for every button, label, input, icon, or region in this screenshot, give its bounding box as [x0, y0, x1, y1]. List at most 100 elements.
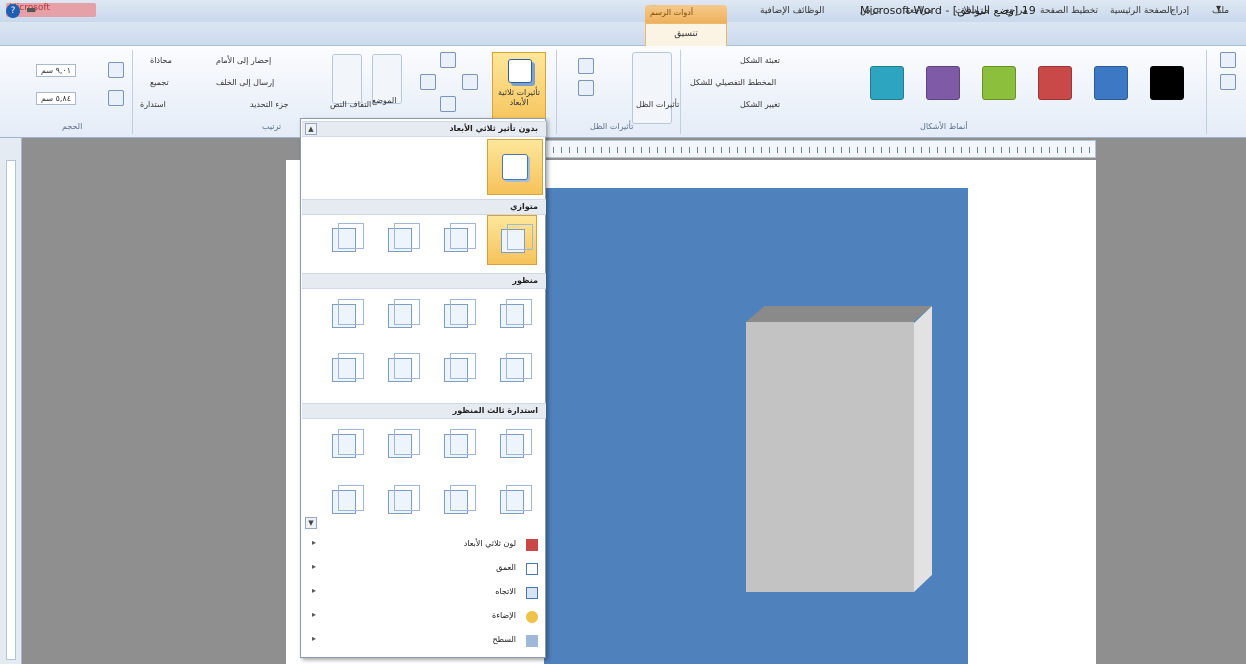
rotate-button[interactable]: استدارة: [140, 100, 166, 109]
gallery-heading-parallel: متوازي: [302, 199, 546, 215]
cube-icon: [444, 485, 476, 514]
chevron-left-icon: ▸: [312, 634, 317, 643]
tab-page-layout[interactable]: تخطيط الصفحة: [1040, 6, 1098, 16]
3d-perspective-tile-5[interactable]: [487, 345, 537, 395]
3d-oblique-tile-3[interactable]: [375, 421, 425, 471]
3d-perspective-tile-3[interactable]: [375, 291, 425, 341]
3d-oblique-tile-8[interactable]: [319, 477, 369, 527]
3d-effects-label: تأثيرات ثلاثية الأبعاد: [498, 88, 540, 107]
gallery-heading-no-3d: بدون تأثير ثلاثي الأبعاد: [302, 121, 546, 137]
3d-parallel-tile-2[interactable]: [431, 215, 481, 265]
cube-icon: [388, 353, 420, 382]
menu-item-direction[interactable]: ▸ الاتجاه: [302, 583, 546, 603]
ribbon-tab-row: [0, 22, 1246, 46]
3d-perspective-tile-1[interactable]: [487, 291, 537, 341]
3d-cube-icon: [508, 59, 532, 83]
no-3d-icon: [502, 154, 528, 180]
cube-icon: [332, 299, 364, 328]
shape-height-input[interactable]: ٩,٠١ سم: [36, 64, 77, 77]
cube-icon: [501, 224, 533, 253]
insert-shapes-icon[interactable]: [1220, 52, 1236, 68]
cube-icon: [444, 353, 476, 382]
3d-parallel-tile-4[interactable]: [319, 215, 369, 265]
align-button[interactable]: محاذاة: [150, 56, 172, 65]
shadow-nudge-icon[interactable]: [578, 58, 594, 74]
3d-perspective-tile-2[interactable]: [431, 291, 481, 341]
3d-perspective-tile-4[interactable]: [319, 291, 369, 341]
tab-file[interactable]: ملف: [1212, 6, 1229, 16]
help-icon[interactable]: ?: [6, 4, 20, 18]
cube-icon: [444, 429, 476, 458]
gallery-scroll-down-icon[interactable]: ▼: [305, 517, 317, 529]
tab-review[interactable]: مراجعة: [905, 6, 932, 16]
menu-item-surface[interactable]: ▸ السطح: [302, 631, 546, 651]
3d-oblique-tile-6[interactable]: [431, 477, 481, 527]
shape-width-input[interactable]: ٥,٨٤ سم: [36, 92, 77, 105]
divider: [680, 50, 681, 134]
cube-icon: [388, 223, 420, 252]
3d-oblique-tile-1[interactable]: [487, 421, 537, 471]
3d-box-shape[interactable]: [746, 322, 914, 592]
3d-oblique-tile-5[interactable]: [487, 477, 537, 527]
3d-parallel-tile-3[interactable]: [375, 215, 425, 265]
depth-icon: [526, 563, 538, 575]
wrap-text-button[interactable]: [332, 54, 362, 104]
cube-icon: [332, 353, 364, 382]
3d-perspective-tile-6[interactable]: [431, 345, 481, 395]
tab-view[interactable]: عرض: [860, 6, 881, 16]
wrap-text-label: التفاف النص: [330, 100, 372, 109]
3d-color-icon: [526, 539, 538, 551]
tab-format[interactable]: تنسيق: [645, 23, 727, 46]
shadow-effects-button[interactable]: [632, 52, 672, 124]
selection-pane-button[interactable]: جزء التحديد: [250, 100, 289, 109]
gallery-heading-perspective: منظور: [302, 273, 546, 289]
3d-parallel-tile-1[interactable]: [487, 215, 537, 265]
bring-forward-button[interactable]: إحضار إلى الأمام: [216, 56, 271, 65]
menu-item-depth[interactable]: ▸ العمق: [302, 559, 546, 579]
tab-references[interactable]: مراجع: [1005, 6, 1028, 16]
tab-mailings[interactable]: مراسلات: [955, 6, 989, 16]
cube-icon: [332, 223, 364, 252]
3d-perspective-tile-8[interactable]: [319, 345, 369, 395]
shadow-toggle-icon[interactable]: [578, 80, 594, 96]
chevron-left-icon: ▸: [312, 562, 317, 571]
style-swatch-teal[interactable]: [870, 66, 904, 100]
group-button[interactable]: تجميع: [150, 78, 169, 87]
shape-height-icon: [108, 62, 124, 78]
style-swatch-purple[interactable]: [926, 66, 960, 100]
menu-item-lighting[interactable]: ▸ الإضاءة: [302, 607, 546, 627]
3d-perspective-tile-7[interactable]: [375, 345, 425, 395]
tab-addins[interactable]: الوظائف الإضافية: [760, 6, 824, 16]
surface-icon: [526, 635, 538, 647]
3d-oblique-tile-7[interactable]: [375, 477, 425, 527]
cube-icon: [500, 299, 532, 328]
divider: [556, 50, 557, 134]
tilt-left-icon[interactable]: [420, 74, 436, 90]
divider: [1206, 50, 1207, 134]
3d-oblique-tile-2[interactable]: [431, 421, 481, 471]
menu-item-3d-color[interactable]: ▸ لون ثلاثي الأبعاد: [302, 535, 546, 555]
3d-none-tile[interactable]: [487, 139, 543, 195]
horizontal-ruler: [544, 140, 1096, 158]
tilt-down-icon[interactable]: [440, 96, 456, 112]
cube-icon: [500, 429, 532, 458]
send-backward-button[interactable]: إرسال إلى الخلف: [216, 78, 274, 87]
style-swatch-green[interactable]: [982, 66, 1016, 100]
gallery-heading-oblique: استدارة ثالث المنظور: [302, 403, 546, 419]
3d-box-side-face: [914, 306, 932, 592]
change-shape-button[interactable]: تغيير الشكل: [740, 100, 780, 109]
chevron-left-icon: ▸: [312, 538, 317, 547]
tilt-up-icon[interactable]: [440, 52, 456, 68]
style-swatch-blue[interactable]: [1094, 66, 1128, 100]
tab-insert[interactable]: إدراج: [1170, 6, 1189, 16]
tab-home[interactable]: الصفحة الرئيسية: [1110, 6, 1172, 16]
style-swatch-red[interactable]: [1038, 66, 1072, 100]
shape-fill-button[interactable]: تعبئة الشكل: [740, 56, 780, 65]
text-box-icon[interactable]: [1220, 74, 1236, 90]
gallery-scroll-up-icon[interactable]: ▲: [305, 123, 317, 135]
3d-oblique-tile-4[interactable]: [319, 421, 369, 471]
ribbon-minimize-icon[interactable]: ▬: [26, 3, 36, 16]
tilt-right-icon[interactable]: [462, 74, 478, 90]
style-swatch-black[interactable]: [1150, 66, 1184, 100]
shape-outline-button[interactable]: المخطط التفصيلي للشكل: [690, 78, 776, 87]
